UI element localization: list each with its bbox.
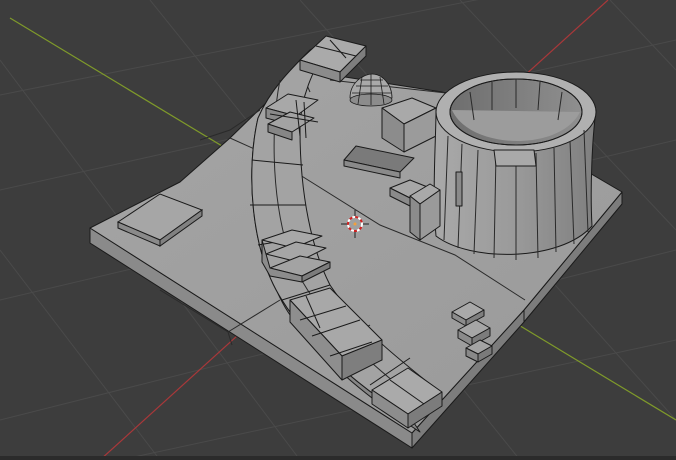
silo[interactable]	[433, 71, 597, 260]
viewport-bottom-edge	[0, 456, 676, 460]
3d-viewport[interactable]	[0, 0, 676, 460]
viewport-canvas[interactable]	[0, 0, 676, 460]
